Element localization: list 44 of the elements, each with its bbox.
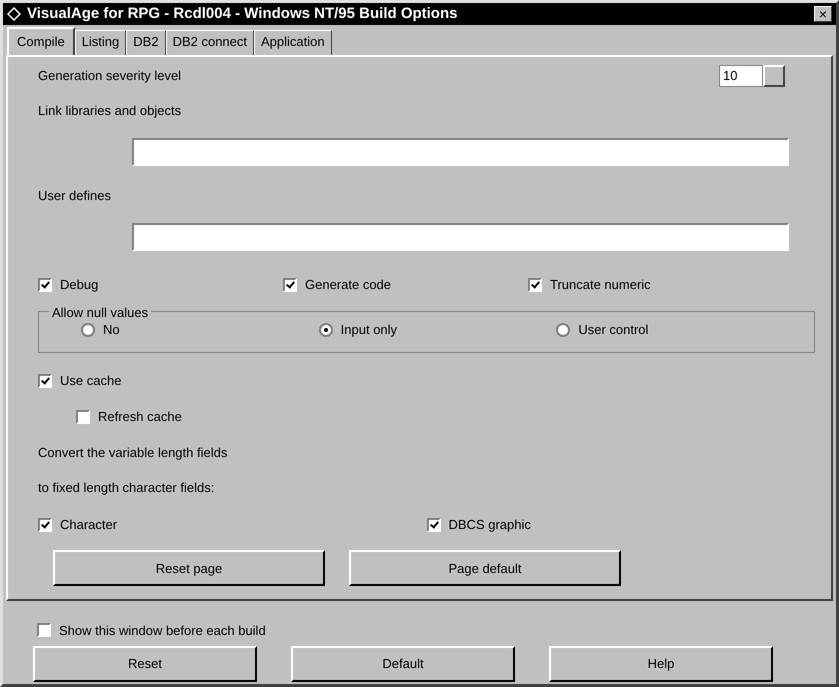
- text-field[interactable]: [132, 222, 789, 251]
- tab[interactable]: Application: [254, 30, 332, 54]
- checkbox[interactable]: [283, 278, 297, 292]
- page-button[interactable]: Page default: [349, 550, 621, 586]
- checkbox[interactable]: [38, 278, 52, 292]
- radio-button[interactable]: [318, 323, 333, 338]
- spin-button[interactable]: [763, 64, 785, 86]
- checkbox-label: Truncate numeric: [550, 276, 651, 294]
- checkbox-label: Show this window before each build: [59, 622, 266, 640]
- field-label: User defines: [38, 187, 112, 206]
- checkbox[interactable]: [38, 518, 52, 532]
- field-label: Link libraries and objects: [38, 102, 182, 120]
- checkbox-label: Character: [60, 516, 118, 534]
- tab[interactable]: DB2 connect: [166, 30, 254, 54]
- checkbox[interactable]: [528, 278, 542, 292]
- diamond-icon: [7, 7, 21, 21]
- radio-button[interactable]: [81, 323, 95, 338]
- text-field[interactable]: [132, 138, 789, 166]
- checkbox[interactable]: [37, 623, 51, 638]
- checkbox[interactable]: [38, 374, 52, 388]
- checkbox-label: DBCS graphic: [448, 516, 531, 534]
- window-title: VisualAge for RPG - Rcdl004 - Windows NT/95 Build Options: [27, 4, 458, 24]
- checkbox-label: Generate code: [305, 276, 392, 294]
- tab[interactable]: Compile: [7, 27, 75, 54]
- dialog-button[interactable]: Default: [291, 646, 515, 682]
- page-button[interactable]: Reset page: [53, 550, 325, 586]
- checkbox-label: Use cache: [60, 372, 122, 390]
- radio-label: No: [103, 321, 120, 340]
- radio-button[interactable]: [556, 323, 570, 338]
- tab[interactable]: Listing: [74, 30, 126, 54]
- instruction-text: Convert the variable length fields: [38, 444, 228, 462]
- checkbox-label: Debug: [60, 276, 98, 294]
- close-button[interactable]: ×: [814, 6, 832, 22]
- radio-label: Input only: [340, 321, 398, 340]
- checkbox[interactable]: [426, 518, 440, 532]
- field-label: Generation severity level: [38, 66, 182, 85]
- checkbox[interactable]: [76, 410, 90, 424]
- radio-label: User control: [578, 321, 648, 340]
- dialog-button[interactable]: Help: [549, 646, 773, 682]
- dialog-button[interactable]: Reset: [33, 646, 257, 682]
- spin-field[interactable]: 10: [719, 64, 763, 86]
- tab[interactable]: DB2: [126, 30, 166, 54]
- checkbox-label: Refresh cache: [98, 408, 182, 426]
- instruction-text: to fixed length character fields:: [38, 478, 216, 497]
